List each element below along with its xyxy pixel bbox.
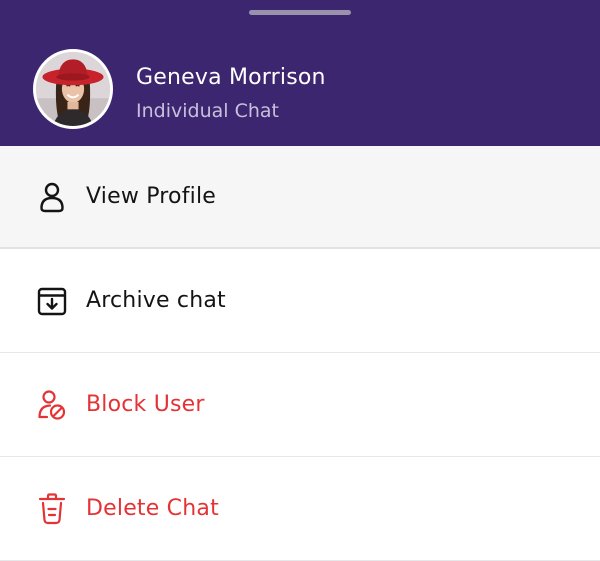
block-user-icon (36, 389, 68, 421)
archive-icon (36, 285, 68, 317)
chat-options-sheet: Geneva Morrison Individual Chat View Pro… (0, 0, 600, 561)
contact-header: Geneva Morrison Individual Chat (0, 0, 600, 146)
contact-subtitle: Individual Chat (136, 100, 279, 122)
archive-chat-label: Archive chat (86, 287, 226, 313)
user-icon (36, 181, 68, 213)
avatar-photo (36, 52, 110, 126)
block-user-option[interactable]: Block User (0, 353, 600, 457)
contact-name: Geneva Morrison (136, 65, 326, 90)
drag-handle[interactable] (249, 10, 351, 15)
trash-icon (36, 492, 68, 525)
block-user-label: Block User (86, 391, 205, 417)
avatar[interactable] (33, 49, 113, 129)
view-profile-option[interactable]: View Profile (0, 146, 600, 249)
delete-chat-label: Delete Chat (86, 495, 219, 521)
archive-chat-option[interactable]: Archive chat (0, 249, 600, 353)
options-menu: View Profile Archive chat Block User Del… (0, 146, 600, 561)
delete-chat-option[interactable]: Delete Chat (0, 457, 600, 561)
view-profile-label: View Profile (86, 183, 217, 209)
